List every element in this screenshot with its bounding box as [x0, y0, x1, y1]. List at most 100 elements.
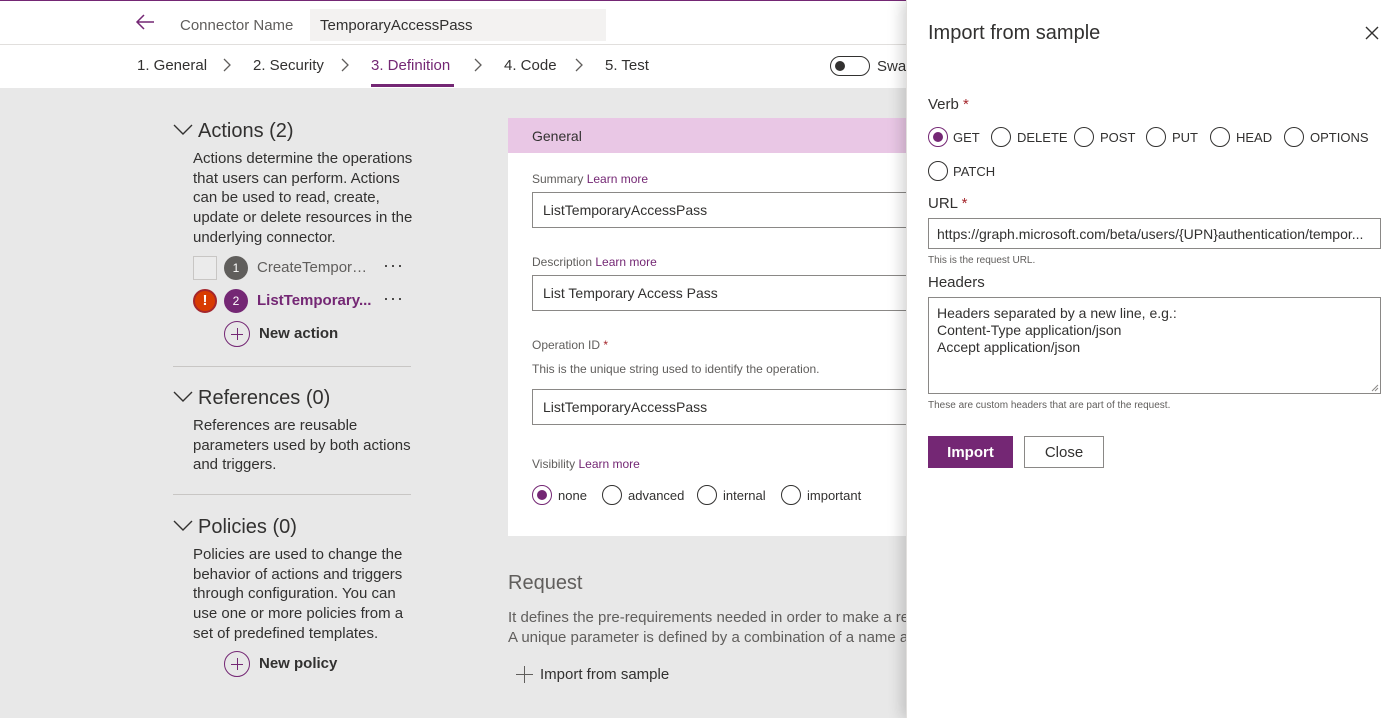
verb-label: Verb *	[928, 96, 969, 113]
chevron-down-icon[interactable]	[173, 391, 193, 403]
operation-id-input[interactable]	[532, 389, 922, 425]
operation-id-label-text: Operation ID	[532, 338, 601, 352]
verb-option-label: POST	[1100, 130, 1136, 145]
verb-radio-post[interactable]	[1074, 127, 1094, 147]
section-divider	[173, 366, 411, 367]
general-card-title: General	[532, 128, 582, 144]
verb-radio-delete[interactable]	[991, 127, 1011, 147]
request-title: Request	[508, 572, 583, 594]
url-label-text: URL	[928, 195, 958, 212]
plus-circle-icon	[224, 651, 250, 677]
chevron-down-icon[interactable]	[173, 124, 193, 136]
verb-radio-head[interactable]	[1210, 127, 1230, 147]
tab-code[interactable]: 4. Code	[504, 57, 557, 74]
verb-option-label: GET	[953, 130, 980, 145]
learn-more-link[interactable]: Learn more	[578, 457, 639, 471]
operation-id-hint: This is the unique string used to identi…	[532, 362, 820, 376]
plus-circle-icon	[224, 321, 250, 347]
headers-textarea[interactable]	[928, 297, 1381, 394]
actions-description: Actions determine the operations that us…	[193, 150, 413, 246]
summary-input[interactable]	[532, 192, 922, 228]
required-marker: *	[603, 338, 609, 352]
chevron-right-icon	[474, 58, 482, 72]
back-arrow-icon[interactable]	[134, 11, 156, 33]
error-icon: !	[193, 289, 217, 313]
policies-description: Policies are used to change the behavior…	[193, 546, 404, 642]
verb-option-label: HEAD	[1236, 130, 1273, 145]
connector-name-label: Connector Name	[180, 17, 294, 34]
more-options-icon[interactable]: ···	[383, 255, 404, 276]
close-icon[interactable]	[1365, 26, 1379, 40]
action-number-badge: 1	[224, 256, 248, 280]
visibility-radio-group: none advanced internal important	[532, 485, 908, 507]
chevron-down-icon[interactable]	[173, 520, 193, 532]
visibility-radio-internal[interactable]	[697, 485, 717, 505]
import-button[interactable]: Import	[928, 436, 1013, 468]
tab-security[interactable]: 2. Security	[253, 57, 324, 74]
import-from-sample-label: Import from sample	[540, 666, 670, 683]
connector-name-input[interactable]	[310, 9, 606, 41]
verb-option-label: OPTIONS	[1310, 130, 1369, 145]
tab-general[interactable]: 1. General	[137, 57, 207, 74]
tab-test[interactable]: 5. Test	[605, 57, 649, 74]
section-divider	[173, 494, 411, 495]
url-input[interactable]	[928, 218, 1381, 249]
description-input[interactable]	[532, 275, 922, 311]
headers-hint: These are custom headers that are part o…	[928, 400, 1171, 411]
action-checkbox[interactable]	[193, 256, 217, 280]
headers-label: Headers	[928, 274, 985, 291]
verb-radio-put[interactable]	[1146, 127, 1166, 147]
resize-grip-icon[interactable]	[1371, 384, 1379, 392]
visibility-radio-advanced[interactable]	[602, 485, 622, 505]
import-sample-panel: Import from sample Verb * GET DELETE POS…	[906, 0, 1400, 718]
close-button[interactable]: Close	[1024, 436, 1104, 468]
visibility-option-label: important	[807, 488, 862, 503]
summary-label: Summary Learn more	[532, 172, 648, 186]
action-name[interactable]: CreateTempora...	[257, 259, 372, 276]
more-options-icon[interactable]: ···	[383, 288, 404, 309]
references-description: References are reusable parameters used …	[193, 417, 411, 474]
general-card-header: General	[508, 118, 908, 153]
request-description-line: It defines the pre-requirements needed i…	[508, 609, 908, 626]
verb-radio-get[interactable]	[928, 127, 948, 147]
verb-option-label: PATCH	[953, 164, 996, 179]
references-title: References (0)	[198, 387, 331, 409]
chevron-right-icon	[341, 58, 349, 72]
learn-more-link[interactable]: Learn more	[587, 172, 648, 186]
actions-title: Actions (2)	[198, 120, 294, 142]
visibility-label-text: Visibility	[532, 457, 576, 471]
chevron-right-icon	[223, 58, 231, 72]
plus-icon	[516, 666, 533, 683]
verb-label-text: Verb	[928, 96, 959, 113]
visibility-option-label: advanced	[628, 488, 685, 503]
verb-radio-patch[interactable]	[928, 161, 948, 181]
action-item-selected[interactable]: ! 2 ListTemporary... ···	[193, 288, 413, 314]
url-hint: This is the request URL.	[928, 255, 1036, 266]
action-item[interactable]: 1 CreateTempora... ···	[193, 255, 413, 281]
visibility-radio-important[interactable]	[781, 485, 801, 505]
general-card: General Summary Learn more Description L…	[508, 118, 922, 536]
swagger-editor-toggle[interactable]	[830, 56, 870, 76]
action-name[interactable]: ListTemporary...	[257, 292, 372, 309]
panel-title: Import from sample	[928, 22, 1101, 44]
summary-label-text: Summary	[532, 172, 584, 186]
required-marker: *	[961, 195, 968, 212]
chevron-right-icon	[575, 58, 583, 72]
policies-title: Policies (0)	[198, 516, 297, 538]
url-label: URL *	[928, 195, 967, 212]
learn-more-link[interactable]: Learn more	[595, 255, 656, 269]
verb-option-label: DELETE	[1017, 130, 1068, 145]
description-label: Description Learn more	[532, 255, 657, 269]
visibility-option-label: none	[558, 488, 587, 503]
new-policy-label: New policy	[259, 655, 338, 672]
visibility-label: Visibility Learn more	[532, 457, 640, 471]
description-label-text: Description	[532, 255, 593, 269]
action-number-badge: 2	[224, 289, 248, 313]
verb-option-label: PUT	[1172, 130, 1198, 145]
tab-definition[interactable]: 3. Definition	[371, 57, 450, 74]
active-tab-indicator	[371, 84, 454, 87]
required-marker: *	[963, 96, 969, 113]
visibility-radio-none[interactable]	[532, 485, 552, 505]
request-description-line: A unique parameter is defined by a combi…	[508, 629, 908, 646]
verb-radio-options[interactable]	[1284, 127, 1304, 147]
